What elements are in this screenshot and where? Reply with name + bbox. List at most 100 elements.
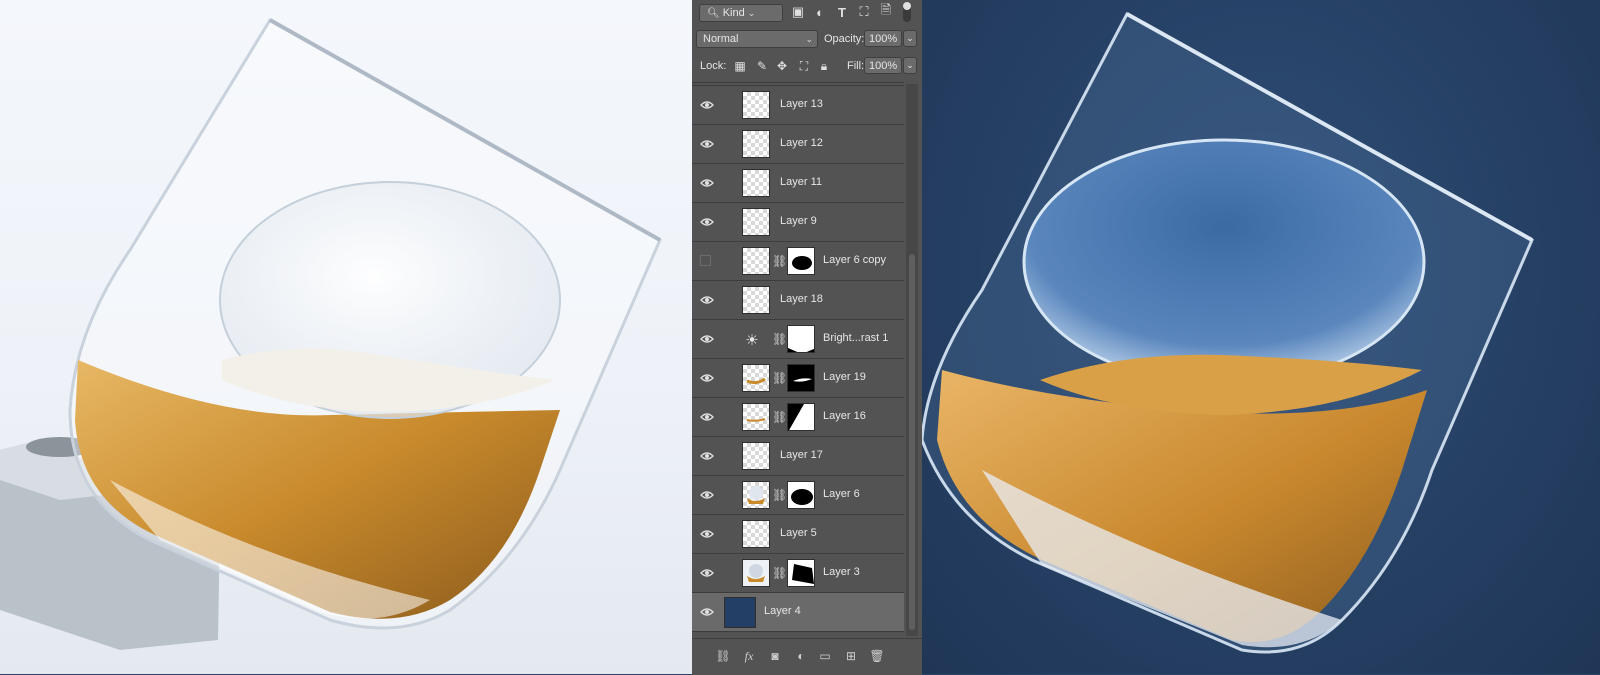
opacity-value: 100% [869,32,898,45]
whiskey-glass-original [0,17,662,650]
layers-scrollbar[interactable] [906,84,918,636]
layer-thumbnail [742,286,770,314]
eye-icon[interactable] [700,332,714,346]
eye-icon[interactable] [700,449,714,463]
chain-link-icon[interactable]: ⛓︎ [772,488,787,502]
layer-row[interactable]: Layer 9 [692,203,904,242]
opacity-dropdown[interactable]: ⌄ [903,30,917,47]
layer-row-selected[interactable]: Layer 4 [692,593,904,632]
lock-transparent-icon[interactable]: ▦ [732,58,748,74]
eye-icon[interactable] [700,566,714,580]
layer-mask-thumbnail[interactable] [787,403,815,431]
eye-icon[interactable] [700,293,714,307]
filter-toggle[interactable] [903,2,911,22]
search-icon: 🔍︎ [707,7,720,19]
layer-name: Layer 18 [780,293,823,305]
chain-link-icon[interactable]: ⛓︎ [772,371,787,385]
layer-row[interactable]: Layer 5 [692,515,904,554]
layer-thumbnail [742,442,770,470]
eye-icon[interactable] [700,98,714,112]
layer-mask-thumbnail[interactable] [787,247,815,275]
layer-row[interactable]: ⛓︎ Layer 6 copy [692,242,904,281]
eye-icon[interactable] [700,137,714,151]
new-group-icon[interactable]: ▭ [816,647,834,665]
eye-icon[interactable] [700,527,714,541]
chain-link-icon[interactable]: ⛓︎ [772,410,787,424]
layer-thumbnail [742,559,770,587]
layer-mask-thumbnail[interactable] [787,559,815,587]
lock-all-icon[interactable]: 🔒︎ [816,58,832,74]
layer-mask-thumbnail[interactable] [787,481,815,509]
eye-icon[interactable] [700,215,714,229]
eye-icon[interactable] [700,488,714,502]
opacity-field[interactable]: 100% [864,30,902,47]
eye-icon[interactable] [700,410,714,424]
fill-dropdown[interactable]: ⌄ [903,57,917,74]
layer-row[interactable]: ⛓︎ Layer 19 [692,359,904,398]
eye-icon[interactable] [700,176,714,190]
layer-row[interactable]: Layer 17 [692,437,904,476]
layer-name: Layer 17 [780,449,823,461]
layer-name: Layer 5 [780,527,817,539]
layer-row[interactable]: Layer 11 [692,164,904,203]
fill-field[interactable]: 100% [864,57,902,74]
divider [692,82,904,83]
layers-panel: 🔍︎ Kind ⌄ ▣ ◐ T ⛶ 🗎︎ Normal ⌄ Opacity: 1… [692,0,922,675]
layer-name: Layer 19 [823,371,866,383]
fill-value: 100% [869,59,898,72]
chain-link-icon[interactable]: ⛓︎ [772,332,787,346]
layer-name: Layer 4 [764,605,801,617]
layer-name: Layer 3 [823,566,860,578]
layer-mask-thumbnail[interactable] [787,325,815,353]
layer-name: Layer 9 [780,215,817,227]
layer-row[interactable]: ⛓︎ Layer 6 [692,476,904,515]
type-filter-icon[interactable]: T [834,4,850,20]
whiskey-glass-edited [922,11,1534,654]
link-layers-icon[interactable]: ⛓︎ [714,647,732,665]
delete-layer-icon[interactable]: 🗑︎ [868,647,886,665]
lock-move-icon[interactable]: ✥ [774,58,790,74]
chain-link-icon[interactable]: ⛓︎ [772,566,787,580]
chain-link-icon[interactable]: ⛓︎ [772,254,787,268]
layer-name: Layer 6 copy [823,254,886,266]
add-mask-icon[interactable]: ◙ [766,647,784,665]
opacity-label: Opacity: [824,33,865,45]
layer-row[interactable]: ☀︎ ⛓︎ Bright...rast 1 [692,320,904,359]
layer-thumbnail [742,481,770,509]
layer-row[interactable]: Layer 12 [692,125,904,164]
layer-row[interactable]: ⛓︎ Layer 3 [692,554,904,593]
lock-artboard-icon[interactable]: ⛶ [796,58,812,74]
layer-thumbnail [742,364,770,392]
filter-kind-select[interactable]: 🔍︎ Kind ⌄ [699,4,783,22]
brightness-contrast-icon: ☀︎ [745,332,759,349]
layer-row[interactable]: Layer 18 [692,281,904,320]
adjustment-filter-icon[interactable]: ◐ [812,4,828,20]
fill-label: Fill: [847,60,865,72]
smart-object-filter-icon[interactable]: 🗎︎ [878,2,894,20]
layer-name: Layer 16 [823,410,866,422]
layer-name: Layer 6 [823,488,860,500]
image-filter-icon[interactable]: ▣ [790,4,806,20]
fx-icon[interactable]: fx [740,647,758,665]
chevron-down-icon: ⌄ [747,7,756,18]
layer-name: Bright...rast 1 [823,332,889,344]
layer-fill-thumbnail [724,597,756,628]
new-adjustment-icon[interactable]: ◐ [792,647,810,665]
layer-thumbnail [742,91,770,119]
lock-paint-icon[interactable]: ✎ [754,58,770,74]
layer-row[interactable]: ⛓︎ Layer 16 [692,398,904,437]
layer-mask-thumbnail[interactable] [787,364,815,392]
layers-list: Layer 13 Layer 12 Layer 11 Layer 9 ⛓︎ La… [692,84,904,636]
eye-icon[interactable] [700,605,714,619]
scrollbar-thumb[interactable] [909,254,915,630]
new-layer-icon[interactable]: ⊞ [842,647,860,665]
blend-mode-select[interactable]: Normal ⌄ [696,30,818,48]
chevron-down-icon: ⌄ [906,60,914,70]
eye-icon[interactable] [700,371,714,385]
lock-label: Lock: [700,60,727,72]
edited-photo [922,0,1600,674]
blend-mode-value: Normal [703,33,739,45]
layer-row[interactable]: Layer 13 [692,86,904,125]
visibility-toggle[interactable] [700,255,711,266]
shape-filter-icon[interactable]: ⛶ [856,4,872,20]
